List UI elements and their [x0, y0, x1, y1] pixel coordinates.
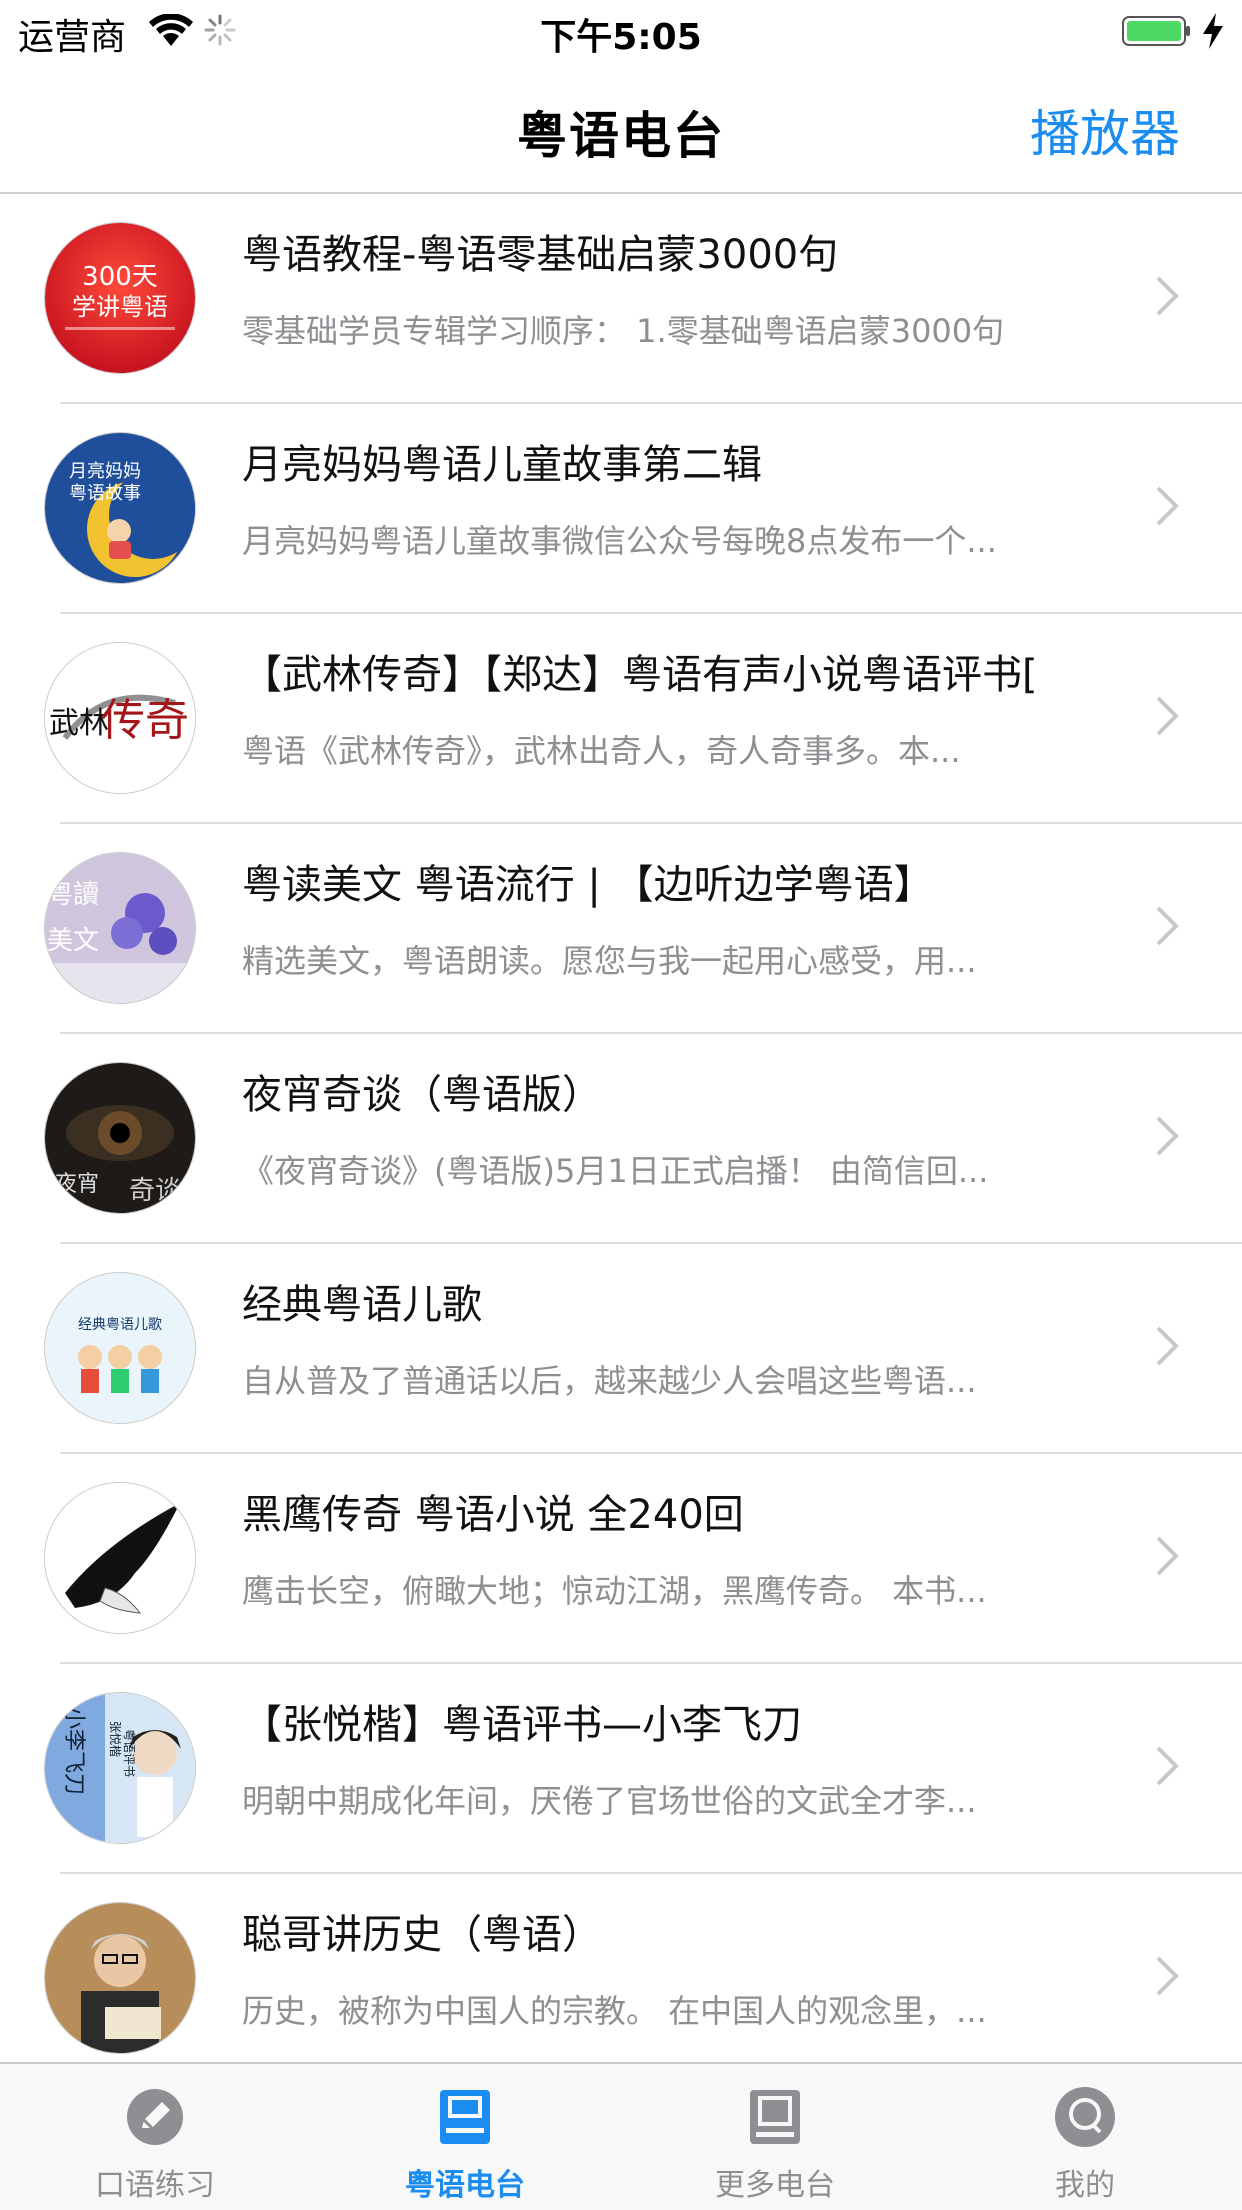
station-title: 【武林传奇】【郑达】粤语有声小说粤语评书[	[242, 652, 1038, 698]
station-description: 零基础学员专辑学习顺序： 1.零基础粤语启蒙3000句	[242, 312, 1005, 350]
thumbnail-image: 夜宵 奇谈	[45, 1063, 195, 1213]
thumbnail-caption: 小李飞刀	[61, 1707, 86, 1795]
chevron-right-icon	[1156, 1956, 1179, 1996]
station-row[interactable]: 聪哥讲历史（粤语） 历史，被称为中国人的宗教。 在中国人的观念里，...	[0, 1874, 1242, 2084]
book-icon	[750, 2090, 800, 2144]
clock-label: 下午5:05	[540, 17, 702, 58]
pencil-icon	[127, 2089, 183, 2145]
station-list: 300天 学讲粤语 粤语教程-粤语零基础启蒙3000句 零基础学员专辑学习顺序：…	[0, 194, 1242, 2084]
station-thumbnail: 夜宵 奇谈	[44, 1062, 196, 1214]
chevron-right-icon	[1156, 1536, 1179, 1576]
chevron-right-icon	[1156, 1116, 1179, 1156]
chevron-right-icon	[1156, 276, 1179, 316]
tab-label: 更多电台	[715, 2168, 835, 2203]
station-thumbnail	[44, 1902, 196, 2054]
station-title: 粤语教程-粤语零基础启蒙3000句	[242, 232, 839, 278]
station-thumbnail: 粤讀 美文	[44, 852, 196, 1004]
chevron-right-icon	[1156, 1746, 1179, 1786]
thumbnail-caption: 张悦楷	[108, 1721, 123, 1757]
tab-more-radio[interactable]: 更多电台	[620, 2064, 930, 2210]
chevron-right-icon	[1156, 1326, 1179, 1366]
tab-speaking-practice[interactable]: 口语练习	[0, 2064, 310, 2210]
station-description: 精选美文，粤语朗读。愿您与我一起用心感受，用...	[242, 942, 977, 980]
tab-label: 粤语电台	[405, 2168, 525, 2203]
station-description: 鹰击长空，俯瞰大地；惊动江湖，黑鹰传奇。 本书...	[242, 1572, 987, 1610]
station-title: 夜宵奇谈（粤语版）	[242, 1072, 602, 1118]
tab-cantonese-radio[interactable]: 粤语电台	[310, 2064, 620, 2210]
thumbnail-caption: 粤讀	[47, 880, 99, 910]
thumbnail-image: 武林 传奇	[45, 643, 195, 793]
station-row[interactable]: 粤讀 美文 粤读美文 粤语流行 | 【边听边学粤语】 精选美文，粤语朗读。愿您与…	[0, 824, 1242, 1034]
station-description: 历史，被称为中国人的宗教。 在中国人的观念里，...	[242, 1992, 987, 2030]
station-title: 【张悦楷】粤语评书—小李飞刀	[242, 1702, 802, 1748]
station-description: 明朝中期成化年间，厌倦了官场世俗的文武全才李...	[242, 1782, 977, 1820]
tab-bar: 口语练习 粤语电台 更多电台 我的	[0, 2062, 1242, 2210]
station-title: 粤读美文 粤语流行 | 【边听边学粤语】	[242, 862, 934, 908]
thumbnail-image: 小李飞刀 张悦楷 粤语评书	[45, 1693, 195, 1843]
status-bar: 运营商 下午5:05	[0, 0, 1242, 60]
station-row[interactable]: 武林 传奇 【武林传奇】【郑达】粤语有声小说粤语评书[ 粤语《武林传奇》，武林出…	[0, 614, 1242, 824]
thumbnail-caption: 粤语评书	[122, 1729, 137, 1777]
station-row[interactable]: 黑鹰传奇 粤语小说 全240回 鹰击长空，俯瞰大地；惊动江湖，黑鹰传奇。 本书.…	[0, 1454, 1242, 1664]
player-button[interactable]: 播放器	[1030, 94, 1180, 166]
station-thumbnail: 经典粤语儿歌	[44, 1272, 196, 1424]
station-row[interactable]: 经典粤语儿歌 经典粤语儿歌 自从普及了普通话以后，越来越少人会唱这些粤语...	[0, 1244, 1242, 1454]
station-row[interactable]: 月亮妈妈 粤语故事 月亮妈妈粤语儿童故事第二辑 月亮妈妈粤语儿童故事微信公众号每…	[0, 404, 1242, 614]
thumbnail-caption: 奇谈	[129, 1176, 181, 1206]
thumbnail-caption: 月亮妈妈	[69, 461, 141, 482]
thumbnail-caption: 传奇	[101, 695, 189, 746]
profile-icon	[1055, 2087, 1115, 2147]
thumbnail-image	[45, 1483, 195, 1633]
station-thumbnail: 300天 学讲粤语	[44, 222, 196, 374]
station-row[interactable]: 小李飞刀 张悦楷 粤语评书 【张悦楷】粤语评书—小李飞刀 明朝中期成化年间，厌倦…	[0, 1664, 1242, 1874]
chevron-right-icon	[1156, 486, 1179, 526]
station-description: 粤语《武林传奇》，武林出奇人，奇人奇事多。本...	[242, 732, 961, 770]
thumbnail-image: 粤讀 美文	[45, 853, 195, 1003]
station-thumbnail: 小李飞刀 张悦楷 粤语评书	[44, 1692, 196, 1844]
thumbnail-caption: 美文	[47, 926, 99, 956]
station-title: 月亮妈妈粤语儿童故事第二辑	[242, 442, 762, 488]
navigation-bar: 粤语电台 播放器	[0, 60, 1242, 194]
station-description: 自从普及了普通话以后，越来越少人会唱这些粤语...	[242, 1362, 977, 1400]
station-thumbnail: 月亮妈妈 粤语故事	[44, 432, 196, 584]
thumbnail-caption: 武林	[49, 706, 109, 741]
tab-label: 我的	[1055, 2168, 1115, 2203]
thumbnail-caption: 经典粤语儿歌	[78, 1317, 162, 1333]
thumbnail-image: 300天 学讲粤语	[45, 223, 195, 373]
station-row[interactable]: 300天 学讲粤语 粤语教程-粤语零基础启蒙3000句 零基础学员专辑学习顺序：…	[0, 194, 1242, 404]
tab-label: 口语练习	[95, 2168, 215, 2203]
station-title: 经典粤语儿歌	[242, 1282, 482, 1328]
tab-my-profile[interactable]: 我的	[930, 2064, 1240, 2210]
station-title: 聪哥讲历史（粤语）	[242, 1912, 602, 1958]
thumbnail-caption: 粤语故事	[69, 483, 141, 504]
station-thumbnail: 武林 传奇	[44, 642, 196, 794]
thumbnail-image: 月亮妈妈 粤语故事	[45, 433, 195, 583]
charging-bolt-icon	[1203, 13, 1223, 49]
radio-book-icon	[440, 2090, 490, 2144]
station-title: 黑鹰传奇 粤语小说 全240回	[242, 1492, 744, 1538]
thumbnail-caption: 学讲粤语	[72, 293, 168, 321]
station-thumbnail	[44, 1482, 196, 1634]
station-description: 《夜宵奇谈》(粤语版)5月1日正式启播！ 由简信回...	[242, 1152, 989, 1190]
thumbnail-caption: 300天	[82, 262, 158, 292]
station-description: 月亮妈妈粤语儿童故事微信公众号每晚8点发布一个...	[242, 522, 997, 560]
thumbnail-image: 经典粤语儿歌	[45, 1273, 195, 1423]
thumbnail-image	[45, 1903, 195, 2053]
thumbnail-caption: 夜宵	[55, 1172, 99, 1197]
battery-icon	[1122, 16, 1190, 46]
station-row[interactable]: 夜宵 奇谈 夜宵奇谈（粤语版） 《夜宵奇谈》(粤语版)5月1日正式启播！ 由简信…	[0, 1034, 1242, 1244]
chevron-right-icon	[1156, 696, 1179, 736]
chevron-right-icon	[1156, 906, 1179, 946]
